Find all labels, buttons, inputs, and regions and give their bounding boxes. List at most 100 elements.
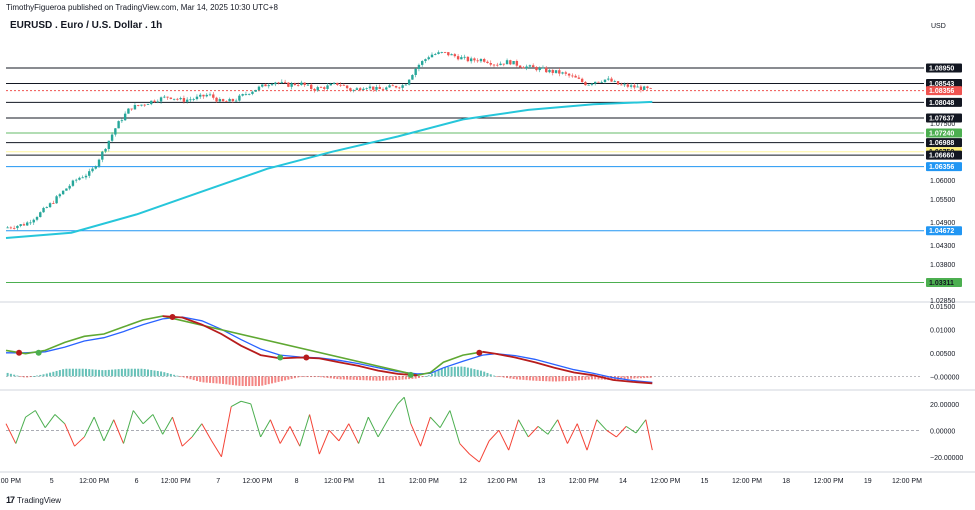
histogram-bar bbox=[496, 376, 499, 378]
histogram-bar bbox=[160, 371, 163, 377]
candle-body bbox=[407, 79, 411, 85]
level-tag-label: 1.04672 bbox=[929, 228, 954, 235]
histogram-bar bbox=[558, 376, 561, 382]
histogram-bar bbox=[195, 376, 198, 381]
candle-body bbox=[277, 82, 280, 84]
candle-body bbox=[489, 63, 492, 65]
histogram-bar bbox=[156, 370, 159, 377]
candle-body bbox=[574, 75, 577, 78]
candle-body bbox=[443, 52, 447, 53]
candle-body bbox=[437, 52, 440, 55]
candle-body bbox=[496, 64, 499, 66]
histogram-bar bbox=[479, 370, 482, 377]
candle-body bbox=[101, 151, 104, 160]
rsi-segment bbox=[508, 419, 519, 451]
level-tag-label: 1.03311 bbox=[929, 280, 954, 287]
candle-body bbox=[313, 88, 316, 91]
candle-body bbox=[515, 60, 519, 66]
histogram-bar bbox=[372, 376, 375, 381]
candle-body bbox=[133, 105, 137, 110]
level-tag-label: 1.06988 bbox=[929, 140, 954, 147]
histogram-bar bbox=[45, 373, 48, 377]
histogram-bar bbox=[248, 376, 251, 387]
histogram-bar bbox=[574, 376, 577, 381]
candle-body bbox=[137, 105, 140, 106]
histogram-bar bbox=[277, 376, 280, 382]
candle-body bbox=[600, 81, 603, 83]
moving-average-line bbox=[5, 100, 653, 239]
histogram-bar bbox=[362, 376, 365, 381]
candle-body bbox=[639, 86, 643, 90]
oscillator-pane bbox=[5, 314, 920, 387]
histogram-bar bbox=[352, 376, 355, 380]
histogram-bar bbox=[98, 369, 101, 377]
candle-body bbox=[182, 98, 186, 102]
pane-separators bbox=[0, 301, 975, 473]
rsi-segment bbox=[387, 403, 399, 421]
candle-body bbox=[567, 73, 571, 76]
rsi-segment bbox=[309, 414, 320, 455]
histogram-bar bbox=[430, 373, 433, 377]
candle-body bbox=[296, 84, 300, 86]
candle-body bbox=[104, 148, 107, 152]
candle-body bbox=[551, 69, 554, 73]
osc-tick-label: 0.01500 bbox=[930, 304, 955, 311]
candle-body bbox=[633, 85, 636, 88]
candle-body bbox=[512, 60, 515, 65]
rsi-segment bbox=[557, 419, 568, 444]
signal-dot bbox=[407, 371, 414, 378]
candle-body bbox=[218, 99, 222, 102]
histogram-bar bbox=[541, 376, 544, 382]
histogram-bar bbox=[551, 376, 554, 382]
candle-body bbox=[267, 85, 270, 87]
candle-body bbox=[607, 78, 610, 80]
candle-body bbox=[306, 84, 310, 86]
candle-body bbox=[310, 84, 313, 89]
rsi-tick-label: 0.00000 bbox=[930, 428, 955, 435]
histogram-bar bbox=[424, 376, 427, 377]
candle-body bbox=[440, 52, 443, 53]
histogram-bar bbox=[329, 376, 332, 379]
footer-logo[interactable]: 17 TradingView bbox=[6, 495, 61, 505]
candle-body bbox=[290, 83, 293, 87]
candle-body bbox=[466, 56, 470, 62]
time-tick-label: 11 bbox=[378, 478, 385, 485]
histogram-bar bbox=[535, 376, 538, 381]
rsi-segment bbox=[250, 403, 262, 438]
rsi-segment bbox=[74, 436, 85, 447]
rsi-segment bbox=[34, 410, 46, 428]
histogram-bar bbox=[137, 368, 140, 377]
rsi-segment bbox=[567, 423, 578, 444]
candle-body bbox=[577, 77, 581, 79]
candle-body bbox=[19, 224, 22, 226]
histogram-bar bbox=[84, 368, 87, 377]
candle-body bbox=[463, 56, 466, 58]
signal-dot bbox=[476, 349, 483, 356]
histogram-bar bbox=[326, 376, 329, 378]
candle-body bbox=[264, 84, 267, 87]
candle-body bbox=[616, 81, 620, 85]
candle-body bbox=[110, 134, 114, 141]
chart-canvas[interactable]: 1.085001.075001.060001.055001.049001.043… bbox=[0, 0, 975, 510]
candle-body bbox=[241, 94, 244, 96]
rsi-segment bbox=[459, 443, 470, 455]
rsi-segment bbox=[260, 419, 271, 438]
histogram-bar bbox=[460, 366, 463, 377]
candle-body bbox=[270, 84, 274, 86]
fast-line-green bbox=[5, 315, 483, 377]
histogram-bar bbox=[254, 376, 257, 387]
rsi-segment bbox=[429, 416, 441, 429]
histogram-bar bbox=[267, 376, 270, 385]
candle-body bbox=[411, 75, 414, 80]
time-tick-label: 7 bbox=[216, 478, 220, 485]
histogram-bar bbox=[515, 376, 518, 380]
candle-body bbox=[571, 75, 574, 77]
histogram-bar bbox=[75, 368, 78, 377]
candle-body bbox=[394, 85, 398, 88]
histogram-bar bbox=[434, 371, 437, 377]
candle-body bbox=[146, 104, 150, 105]
time-axis: 12:00 PM 5 12:00 PM 6 12:00 PM 7 12:00 PM 8 12:0… bbox=[0, 478, 922, 485]
candle-body bbox=[185, 99, 189, 102]
candle-body bbox=[349, 88, 352, 91]
histogram-bar bbox=[264, 376, 267, 385]
